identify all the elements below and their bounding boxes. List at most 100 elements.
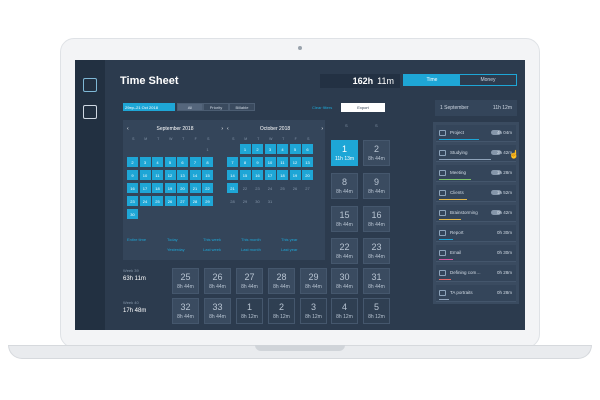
calendar-day[interactable]: 11 [152,170,163,180]
project-row[interactable]: TA portraits 0h 28m [436,285,516,302]
day-cell[interactable]: 5 8h 12m [363,298,390,324]
calendar-day[interactable]: 18 [152,183,163,193]
quick-yesterday[interactable]: Yesterday [167,247,185,252]
calendar-day[interactable]: 3 [139,157,151,167]
calendar-day[interactable]: 9 [127,170,138,180]
day-cell[interactable]: 3 8h 12m [300,298,327,324]
time-money-toggle[interactable]: Time Money [403,74,517,86]
day-cell[interactable]: 9 8h 44m [363,173,390,199]
filter-priority[interactable]: Priority [203,103,229,111]
day-cell[interactable]: 1 11h 13m [331,140,358,166]
calendar-day[interactable]: 29 [240,196,251,206]
calendar-day[interactable]: 2 [252,144,263,154]
calendar-day[interactable]: 28 [227,196,238,206]
calendar-day[interactable]: 16 [252,170,263,180]
filter-billable[interactable]: Billable [229,103,255,111]
calendar-icon[interactable] [83,78,97,92]
timesheet-icon[interactable] [83,105,97,119]
calendar-day[interactable]: 20 [177,183,188,193]
calendar-day[interactable]: 14 [227,170,238,180]
calendar-day[interactable]: 13 [302,157,313,167]
calendar-day[interactable]: 24 [265,183,276,193]
quick-this-year[interactable]: This year [281,237,297,242]
calendar-day[interactable]: 30 [252,196,263,206]
day-cell[interactable]: 1 8h 12m [236,298,263,324]
calendar-day[interactable]: 5 [164,157,176,167]
export-button[interactable]: Export [341,103,385,112]
day-cell[interactable]: 16 8h 44m [363,206,390,232]
quick-entire-time[interactable]: Entire time [127,237,146,242]
calendar-day[interactable]: 20 [302,170,313,180]
project-row[interactable]: Report 0h 30m [436,225,516,242]
calendar-day[interactable]: 8 [239,157,251,167]
day-cell[interactable]: 8 8h 44m [331,173,358,199]
calendar-day[interactable]: 7 [227,157,238,167]
calendar-day[interactable]: 4 [277,144,288,154]
day-cell[interactable]: 2 8h 12m [268,298,295,324]
quick-last-year[interactable]: Last year [281,247,297,252]
calendar-day[interactable]: 26 [290,183,301,193]
calendar-day[interactable]: 25 [277,183,288,193]
day-cell[interactable]: 32 8h 44m [172,298,199,324]
project-row[interactable]: Defining com… 0h 28m [436,265,516,282]
next-month-icon[interactable]: › [321,126,323,132]
calendar-day[interactable]: 21 [189,183,201,193]
day-cell[interactable]: 2 8h 44m [363,140,390,166]
next-month-icon[interactable]: › [221,126,223,132]
day-cell[interactable]: 23 8h 44m [363,238,390,264]
day-cell[interactable]: 15 8h 44m [331,206,358,232]
prev-month-icon[interactable]: ‹ [127,126,129,132]
calendar-day[interactable]: 31 [265,196,276,206]
calendar-day[interactable]: 12 [164,170,176,180]
quick-today[interactable]: Today [167,237,178,242]
day-cell[interactable]: 27 8h 44m [236,268,263,294]
quick-this-week[interactable]: This week [203,237,221,242]
calendar-day[interactable]: 28 [189,196,201,206]
calendar-day[interactable]: 1 [239,144,251,154]
project-row[interactable]: Email 0h 30m [436,245,516,262]
calendar-day[interactable]: 8 [202,157,213,167]
calendar-day[interactable]: 17 [264,170,276,180]
calendar-day[interactable]: 25 [152,196,163,206]
calendar-day[interactable]: 27 [177,196,188,206]
calendar-day[interactable]: 4 [152,157,163,167]
calendar-day[interactable]: 6 [302,144,313,154]
quick-last-month[interactable]: Last month [241,247,261,252]
calendar-day[interactable]: 12 [289,157,301,167]
tab-money[interactable]: Money [460,75,516,85]
calendar-day[interactable]: 29 [202,196,213,206]
calendar-day[interactable]: 30 [127,209,138,219]
calendar-day[interactable]: 6 [177,157,188,167]
calendar-day[interactable]: 27 [302,183,313,193]
calendar-day[interactable]: 19 [289,170,301,180]
day-cell[interactable]: 30 8h 44m [331,268,358,294]
project-row[interactable]: Brainstorming 0h 42m [436,205,516,222]
calendar-day[interactable]: 15 [239,170,251,180]
day-cell[interactable]: 26 8h 44m [204,268,231,294]
calendar-day[interactable]: 19 [164,183,176,193]
calendar-day[interactable]: 14 [189,170,201,180]
calendar-day[interactable]: 16 [127,183,138,193]
calendar-day[interactable]: 21 [227,183,238,193]
date-range-picker[interactable]: 29ep–21 Oct 2018 [123,103,175,111]
day-cell[interactable]: 29 8h 44m [300,268,327,294]
calendar-day[interactable]: 15 [202,170,213,180]
quick-last-week[interactable]: Last week [203,247,221,252]
calendar-day[interactable]: 24 [139,196,151,206]
tab-time[interactable]: Time [404,75,460,85]
day-cell[interactable]: 33 8h 44m [204,298,231,324]
prev-month-icon[interactable]: ‹ [227,126,229,132]
calendar-day[interactable]: 10 [139,170,151,180]
calendar-day[interactable]: 13 [177,170,188,180]
day-cell[interactable]: 31 8h 44m [363,268,390,294]
day-cell[interactable]: 25 8h 44m [172,268,199,294]
calendar-day[interactable]: 3 [264,144,276,154]
calendar-day[interactable]: 5 [289,144,301,154]
day-cell[interactable]: 4 8h 12m [331,298,358,324]
calendar-day[interactable]: 22 [202,183,213,193]
project-row[interactable]: Project 4h 04m [436,125,516,142]
filter-all[interactable]: All [177,103,203,111]
day-cell[interactable]: 22 8h 44m [331,238,358,264]
clear-filters-link[interactable]: Clear filters [312,105,332,110]
calendar-day[interactable]: 26 [164,196,176,206]
